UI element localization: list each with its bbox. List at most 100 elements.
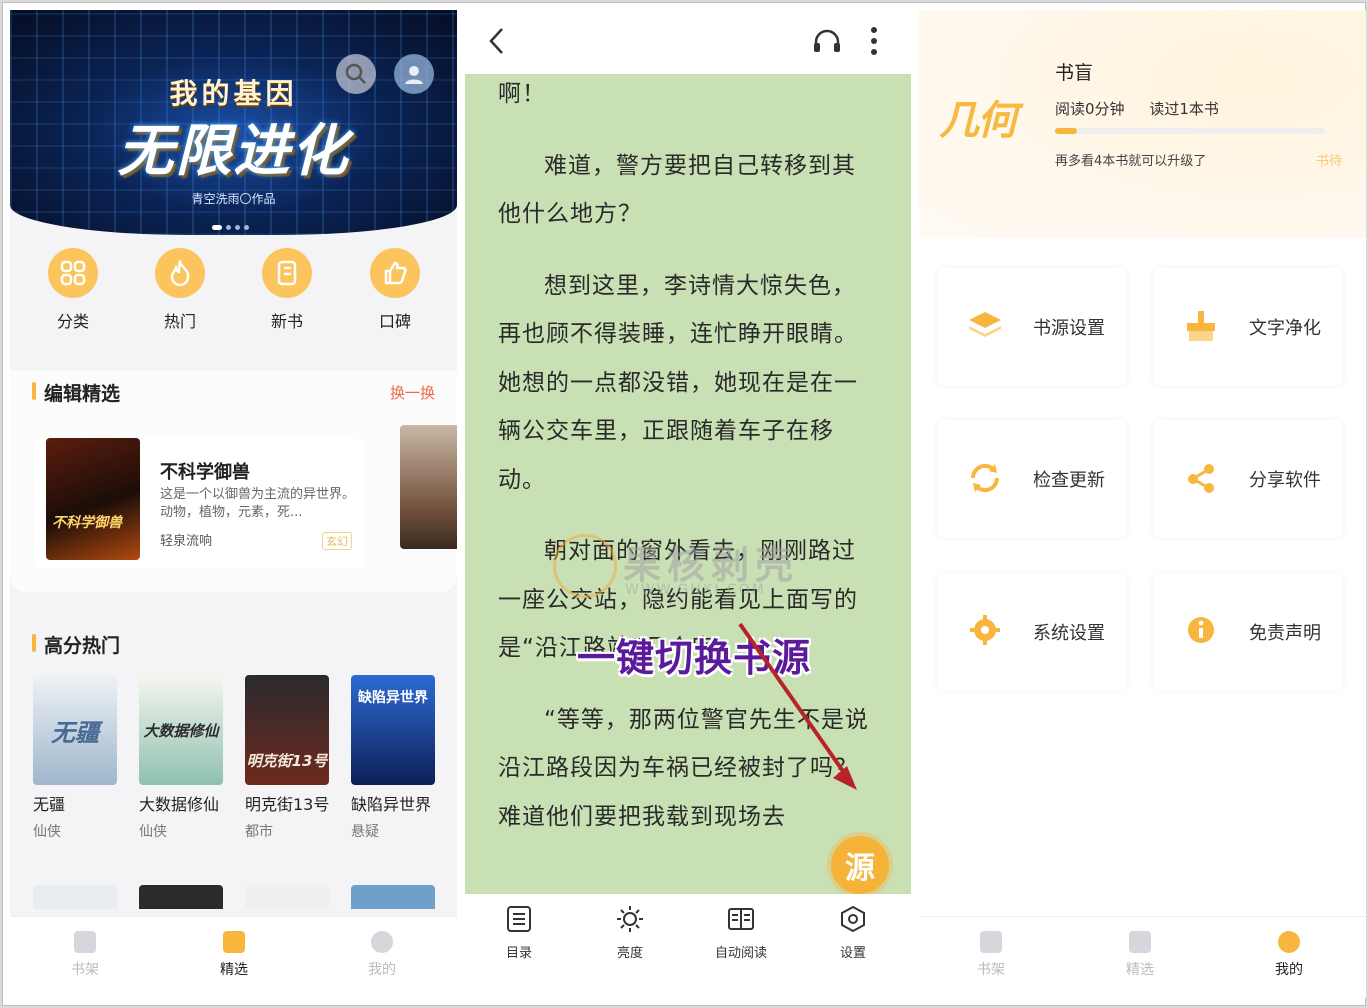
info-icon bbox=[1179, 613, 1223, 649]
headphones-icon[interactable] bbox=[812, 28, 842, 58]
tab-featured[interactable]: 精选 bbox=[1100, 931, 1180, 979]
book-title: 不科学御兽 bbox=[160, 462, 250, 483]
toc-button[interactable]: 目录 bbox=[479, 904, 559, 961]
more-icon[interactable] bbox=[869, 26, 879, 60]
tile-label: 免责声明 bbox=[1249, 623, 1321, 644]
flame-icon bbox=[155, 248, 205, 298]
hot-book-cover-row2[interactable] bbox=[351, 885, 435, 909]
reader-bottom-bar: 目录 亮度 自动阅读 设置 bbox=[465, 894, 911, 998]
home-icon bbox=[1129, 931, 1151, 953]
share-app-tile[interactable]: 分享软件 bbox=[1153, 420, 1343, 538]
switch-source-button[interactable]: 源 bbox=[831, 836, 889, 894]
profile-header: 几何 书盲 阅读0分钟 读过1本书 再多看4本书就可以升级了 书待 bbox=[919, 10, 1366, 238]
hot-book-title: 明克街13号 bbox=[245, 795, 330, 814]
grid-icon bbox=[48, 248, 98, 298]
tab-label: 精选 bbox=[1126, 962, 1154, 978]
reading-area[interactable]: 啊！ 难道，警方要把自己转移到其他什么地方？ 想到这里，李诗情大惊失色，再也顾不… bbox=[465, 74, 911, 894]
book-description: 这是一个以御兽为主流的异世界。动物，植物，元素，死... bbox=[160, 487, 356, 520]
hot-book-cover-row2[interactable] bbox=[245, 885, 329, 909]
sun-icon bbox=[590, 904, 670, 934]
hot-book-cover: 明克街13号 bbox=[245, 675, 329, 785]
book-cover-title: 不科学御兽 bbox=[52, 515, 122, 531]
quick-category[interactable]: 分类 bbox=[33, 248, 113, 332]
quick-hot[interactable]: 热门 bbox=[140, 248, 220, 332]
reader-level: 书盲 bbox=[1055, 62, 1094, 84]
hot-book-cover-row2[interactable] bbox=[139, 885, 223, 909]
bottom-tab-bar: 书架 精选 我的 bbox=[919, 916, 1366, 998]
layers-icon bbox=[963, 308, 1007, 344]
banner-title-main: 无限进化 bbox=[117, 119, 350, 184]
disclaimer-tile[interactable]: 免责声明 bbox=[1153, 573, 1343, 691]
bottom-tab-bar: 书架 精选 我的 bbox=[10, 916, 457, 998]
list-icon bbox=[479, 904, 559, 934]
profile-icon bbox=[1278, 931, 1300, 953]
brush-icon bbox=[1179, 308, 1223, 344]
reader-top-bar bbox=[465, 10, 911, 74]
gear-icon bbox=[963, 613, 1007, 649]
hot-book-cover: 无疆 bbox=[33, 675, 117, 785]
search-icon[interactable] bbox=[336, 54, 376, 94]
quick-reputation[interactable]: 口碑 bbox=[355, 248, 435, 332]
hot-book-item[interactable]: 缺陷异世界 缺陷异世界 悬疑 bbox=[351, 675, 443, 841]
refresh-icon bbox=[963, 460, 1007, 496]
tab-mine[interactable]: 我的 bbox=[342, 931, 422, 979]
quick-new[interactable]: 新书 bbox=[247, 248, 327, 332]
next-level-link[interactable]: 书待 bbox=[1316, 150, 1342, 169]
share-icon bbox=[1179, 460, 1223, 496]
bottom-label: 设置 bbox=[839, 946, 866, 961]
read-time: 阅读0分钟 bbox=[1055, 100, 1125, 118]
home-icon bbox=[223, 931, 245, 953]
avatar-icon[interactable] bbox=[394, 54, 434, 94]
tab-label: 书架 bbox=[71, 962, 99, 978]
bookshelf-icon bbox=[980, 931, 1002, 953]
bottom-label: 目录 bbox=[505, 946, 532, 961]
system-settings-tile[interactable]: 系统设置 bbox=[937, 573, 1127, 691]
text-purify-tile[interactable]: 文字净化 bbox=[1153, 268, 1343, 386]
swap-button[interactable]: 换一换 bbox=[390, 382, 435, 403]
quick-entries: 分类 热门 新书 口碑 bbox=[10, 248, 457, 340]
reading-stats: 阅读0分钟 读过1本书 bbox=[1055, 98, 1239, 119]
hot-book-cover: 大数据修仙 bbox=[139, 675, 223, 785]
hot-book-title: 大数据修仙 bbox=[139, 795, 220, 814]
bookshelf-icon bbox=[74, 931, 96, 953]
arrow-annotation bbox=[738, 622, 857, 790]
tile-label: 系统设置 bbox=[1033, 623, 1105, 644]
next-book-cover-peek[interactable] bbox=[400, 425, 457, 549]
hot-book-item[interactable]: 无疆 无疆 仙侠 bbox=[33, 675, 125, 841]
quick-label: 分类 bbox=[56, 312, 89, 331]
hot-book-category: 仙侠 bbox=[139, 824, 167, 840]
book-source-settings-tile[interactable]: 书源设置 bbox=[937, 268, 1127, 386]
bottom-label: 自动阅读 bbox=[714, 946, 767, 961]
hot-book-title: 无疆 bbox=[33, 795, 66, 814]
check-update-tile[interactable]: 检查更新 bbox=[937, 420, 1127, 538]
hot-book-item[interactable]: 大数据修仙 大数据修仙 仙侠 bbox=[139, 675, 231, 841]
tab-bookshelf[interactable]: 书架 bbox=[951, 931, 1031, 979]
app-logo: 几何 bbox=[939, 98, 1017, 144]
editor-pick-title: 编辑精选 bbox=[32, 379, 120, 406]
tab-mine[interactable]: 我的 bbox=[1249, 931, 1329, 979]
thumbs-up-icon bbox=[370, 248, 420, 298]
level-hint: 再多看4本书就可以升级了 bbox=[1055, 154, 1207, 169]
editor-pick-book-card[interactable]: 不科学御兽 不科学御兽 这是一个以御兽为主流的异世界。动物，植物，元素，死...… bbox=[34, 438, 364, 568]
tab-label: 我的 bbox=[368, 962, 396, 978]
carousel-dots[interactable] bbox=[212, 215, 253, 234]
book-open-icon bbox=[701, 904, 781, 934]
hot-book-cover-row2[interactable] bbox=[33, 885, 117, 909]
auto-read-button[interactable]: 自动阅读 bbox=[701, 904, 781, 961]
discover-screen: 我的基因 无限进化 青空洗雨〇作品 分类 热门 新书 口碑 编辑精选 换一换 不… bbox=[10, 10, 457, 998]
tile-label: 检查更新 bbox=[1033, 470, 1105, 491]
brightness-button[interactable]: 亮度 bbox=[590, 904, 670, 961]
back-icon[interactable] bbox=[487, 26, 507, 60]
quick-label: 新书 bbox=[270, 312, 303, 331]
hero-banner[interactable]: 我的基因 无限进化 青空洗雨〇作品 bbox=[10, 10, 457, 235]
tile-label: 文字净化 bbox=[1249, 318, 1321, 339]
profile-icon bbox=[371, 931, 393, 953]
tab-featured[interactable]: 精选 bbox=[194, 931, 274, 979]
settings-button[interactable]: 设置 bbox=[813, 904, 893, 961]
hot-book-title: 缺陷异世界 bbox=[351, 795, 432, 814]
hot-book-category: 仙侠 bbox=[33, 824, 61, 840]
tab-bookshelf[interactable]: 书架 bbox=[45, 931, 125, 979]
tab-label: 书架 bbox=[977, 962, 1005, 978]
hot-book-item[interactable]: 明克街13号 明克街13号 都市 bbox=[245, 675, 337, 841]
tab-label: 精选 bbox=[220, 962, 248, 978]
